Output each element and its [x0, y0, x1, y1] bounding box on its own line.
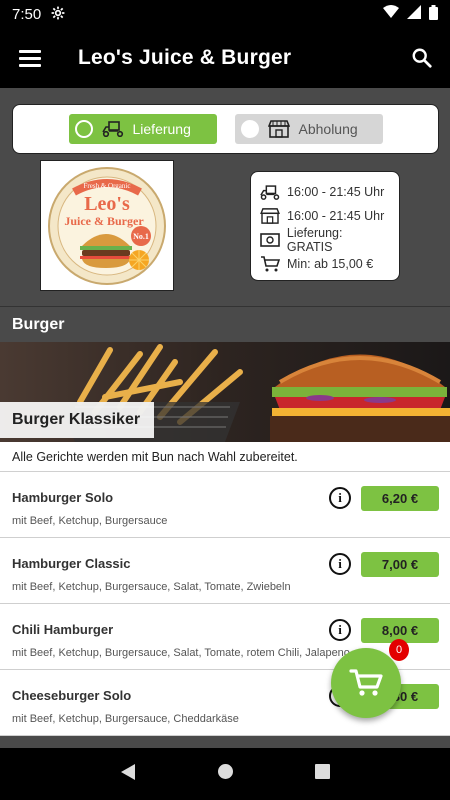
restaurant-logo: Fresh & Organic Leo's Juice & Burger No.…: [40, 160, 174, 291]
price-button[interactable]: 6,20 €: [361, 486, 439, 511]
store-icon: [259, 208, 281, 224]
minimum-order: Min: ab 15,00 €: [287, 257, 374, 271]
signal-icon: [407, 5, 421, 23]
item-name: Chili Hamburger: [12, 622, 114, 637]
system-nav-bar: [0, 748, 450, 800]
app-title: Leo's Juice & Burger: [78, 46, 292, 69]
logo-subtitle: Juice & Burger: [64, 214, 144, 228]
cart-button[interactable]: [331, 648, 401, 718]
delivery-fee: Lieferung: GRATIS: [286, 226, 343, 254]
battery-icon: [429, 4, 438, 24]
info-icon[interactable]: i: [329, 619, 351, 641]
delivery-hours-row: 16:00 - 21:45 Uhr: [259, 180, 391, 204]
delivery-option[interactable]: Lieferung: [68, 114, 217, 144]
search-button[interactable]: [394, 28, 450, 88]
pickup-label: Abholung: [298, 121, 358, 137]
item-description: mit Beef, Ketchup, Burgersauce, Salat, T…: [12, 647, 350, 659]
main-content: Lieferung Abholung Fresh & Organic Leo's…: [0, 88, 450, 748]
delivery-scooter-icon: [101, 120, 125, 138]
store-icon: [267, 120, 291, 138]
minimum-order-row: Min: ab 15,00 €: [259, 252, 391, 276]
menu-item[interactable]: Hamburger Solo mit Beef, Ketchup, Burger…: [0, 472, 450, 538]
item-name: Hamburger Solo: [12, 490, 114, 505]
cash-icon: [259, 232, 281, 248]
cart-count-badge: 0: [389, 639, 409, 661]
delivery-label: Lieferung: [132, 121, 191, 137]
category-banner: Burger Klassiker: [0, 342, 450, 442]
wifi-icon: [383, 5, 399, 23]
item-name: Hamburger Classic: [12, 556, 131, 571]
category-title: Burger Klassiker: [0, 402, 154, 438]
settings-gear-icon: [51, 6, 65, 23]
category-note: Alle Gerichte werden mit Bun nach Wahl z…: [0, 442, 450, 472]
order-mode-toggle: Lieferung Abholung: [12, 104, 439, 154]
pickup-option[interactable]: Abholung: [234, 114, 383, 144]
app-bar: Leo's Juice & Burger: [0, 28, 450, 88]
item-description: mit Beef, Ketchup, Burgersauce, Salat, T…: [12, 581, 291, 593]
delivery-scooter-icon: [259, 184, 281, 200]
pickup-hours-row: 16:00 - 21:45 Uhr: [259, 204, 391, 228]
logo-name: Leo's: [84, 193, 130, 215]
back-icon[interactable]: [120, 763, 136, 786]
section-title: Burger: [12, 315, 65, 333]
item-description: mit Beef, Ketchup, Burgersauce, Cheddark…: [12, 713, 239, 725]
logo-badge: No.1: [133, 232, 149, 241]
store-info-box: 16:00 - 21:45 Uhr 16:00 - 21:45 Uhr Lief…: [250, 171, 400, 281]
radio-icon: [240, 120, 259, 138]
item-name: Cheeseburger Solo: [12, 688, 132, 703]
price-button[interactable]: 7,00 €: [361, 552, 439, 577]
logo-tagline: Fresh & Organic: [84, 182, 131, 190]
home-icon[interactable]: [217, 763, 234, 785]
search-icon: [412, 48, 432, 68]
shopping-cart-icon: [349, 669, 383, 696]
cart-icon: [259, 256, 281, 272]
status-bar: 7:50: [0, 0, 450, 28]
menu-button[interactable]: [0, 28, 60, 88]
delivery-hours: 16:00 - 21:45 Uhr: [287, 185, 385, 199]
menu-item[interactable]: Hamburger Classic mit Beef, Ketchup, Bur…: [0, 538, 450, 604]
info-icon[interactable]: i: [329, 487, 351, 509]
hamburger-menu-icon: [19, 48, 41, 69]
pickup-hours: 16:00 - 21:45 Uhr: [287, 209, 385, 223]
info-icon[interactable]: i: [329, 553, 351, 575]
item-description: mit Beef, Ketchup, Burgersauce: [12, 515, 168, 527]
section-header: Burger: [0, 306, 450, 342]
delivery-fee-row: Lieferung: GRATIS: [259, 226, 391, 254]
radio-icon: [74, 120, 93, 138]
status-time: 7:50: [12, 5, 42, 23]
recents-icon[interactable]: [314, 764, 330, 784]
